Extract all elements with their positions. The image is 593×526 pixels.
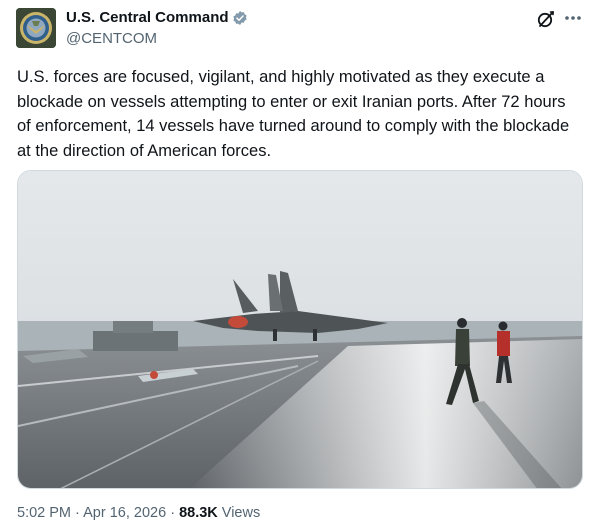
name-row: U.S. Central Command [66, 9, 248, 26]
tweet-meta: 5:02 PM · Apr 16, 2026 · 88.3K Views [17, 505, 260, 521]
views-label: Views [221, 505, 261, 521]
display-name[interactable]: U.S. Central Command [66, 9, 229, 26]
tweet-media-image[interactable] [17, 170, 583, 489]
tweet-time[interactable]: 5:02 PM [17, 505, 71, 521]
verified-badge-icon [232, 10, 248, 26]
carrier-jet-launch-photo [18, 171, 582, 488]
meta-separator: · [75, 505, 80, 521]
meta-separator-2: · [170, 505, 176, 521]
centcom-seal-icon [16, 8, 56, 48]
handle[interactable]: @CENTCOM [66, 30, 157, 47]
views-count: 88.3K [179, 505, 218, 521]
tweet-card[interactable]: U.S. Central Command @CENTCOM U.S. force… [0, 0, 593, 526]
grok-icon[interactable] [536, 9, 556, 29]
avatar[interactable] [16, 8, 56, 48]
more-options-icon[interactable] [560, 6, 586, 30]
tweet-date[interactable]: Apr 16, 2026 [83, 505, 166, 521]
tweet-text: U.S. forces are focused, vigilant, and h… [17, 68, 570, 160]
